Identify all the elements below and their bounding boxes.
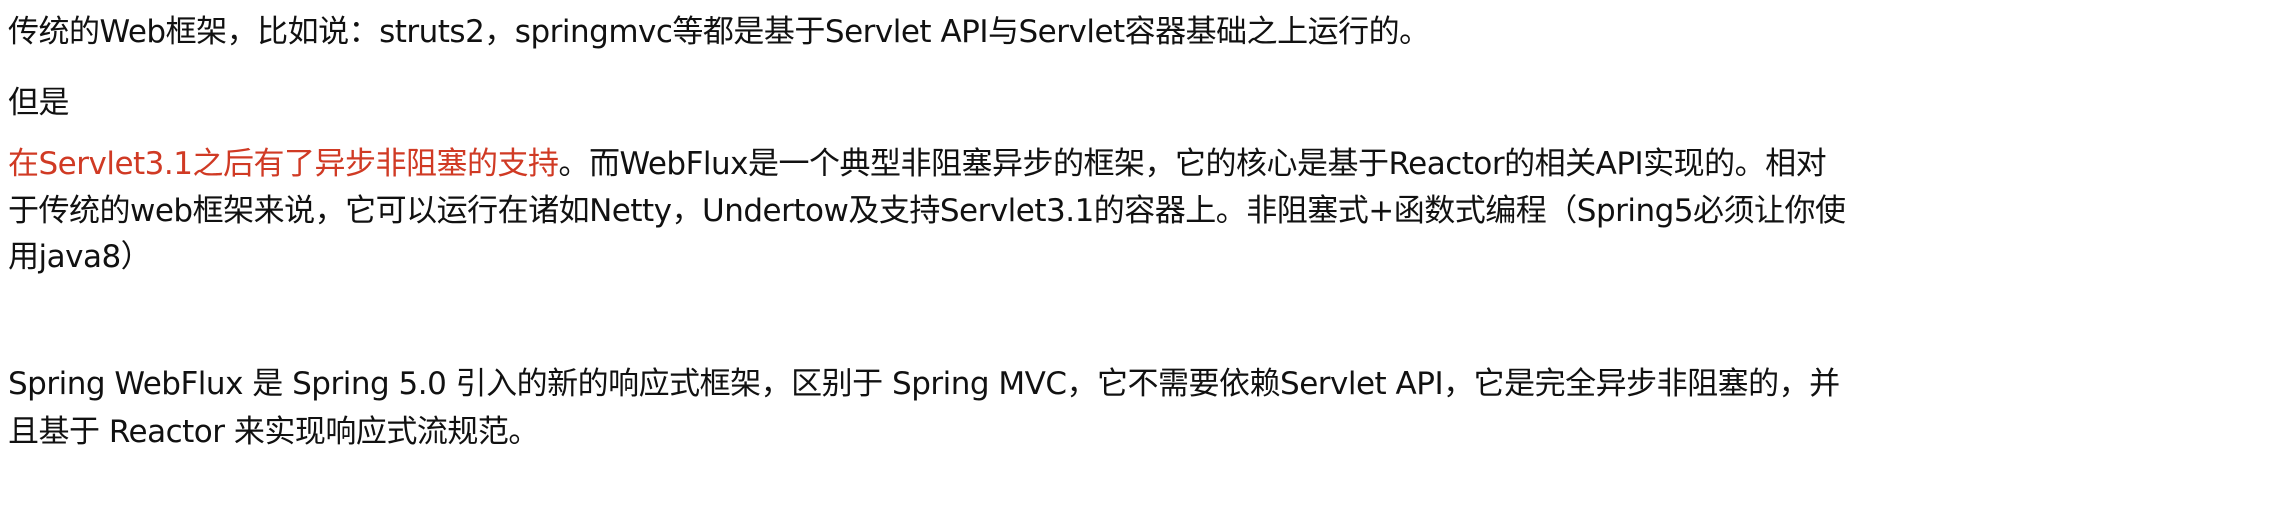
paragraph-text: 。而WebFlux是一个典型非阻塞异步的框架，它的核心是基于Reactor的相关… [558, 146, 1827, 182]
paragraph-but: 但是 [8, 85, 70, 121]
paragraph-spring-webflux-line-2: 且基于 Reactor 来实现响应式流规范。 [8, 414, 539, 450]
paragraph-spring-webflux-line-1: Spring WebFlux 是 Spring 5.0 引入的新的响应式框架，区… [8, 366, 1840, 402]
paragraph-webflux-line-2: 于传统的web框架来说，它可以运行在诸如Netty，Undertow及支持Ser… [8, 193, 1846, 229]
paragraph-traditional-frameworks: 传统的Web框架，比如说：struts2，springmvc等都是基于Servl… [8, 14, 1430, 50]
paragraph-webflux-line-3: 用java8） [8, 239, 152, 275]
paragraph-webflux-line-1: 在Servlet3.1之后有了异步非阻塞的支持。而WebFlux是一个典型非阻塞… [8, 144, 1827, 184]
highlighted-text: 在Servlet3.1之后有了异步非阻塞的支持 [8, 146, 559, 182]
